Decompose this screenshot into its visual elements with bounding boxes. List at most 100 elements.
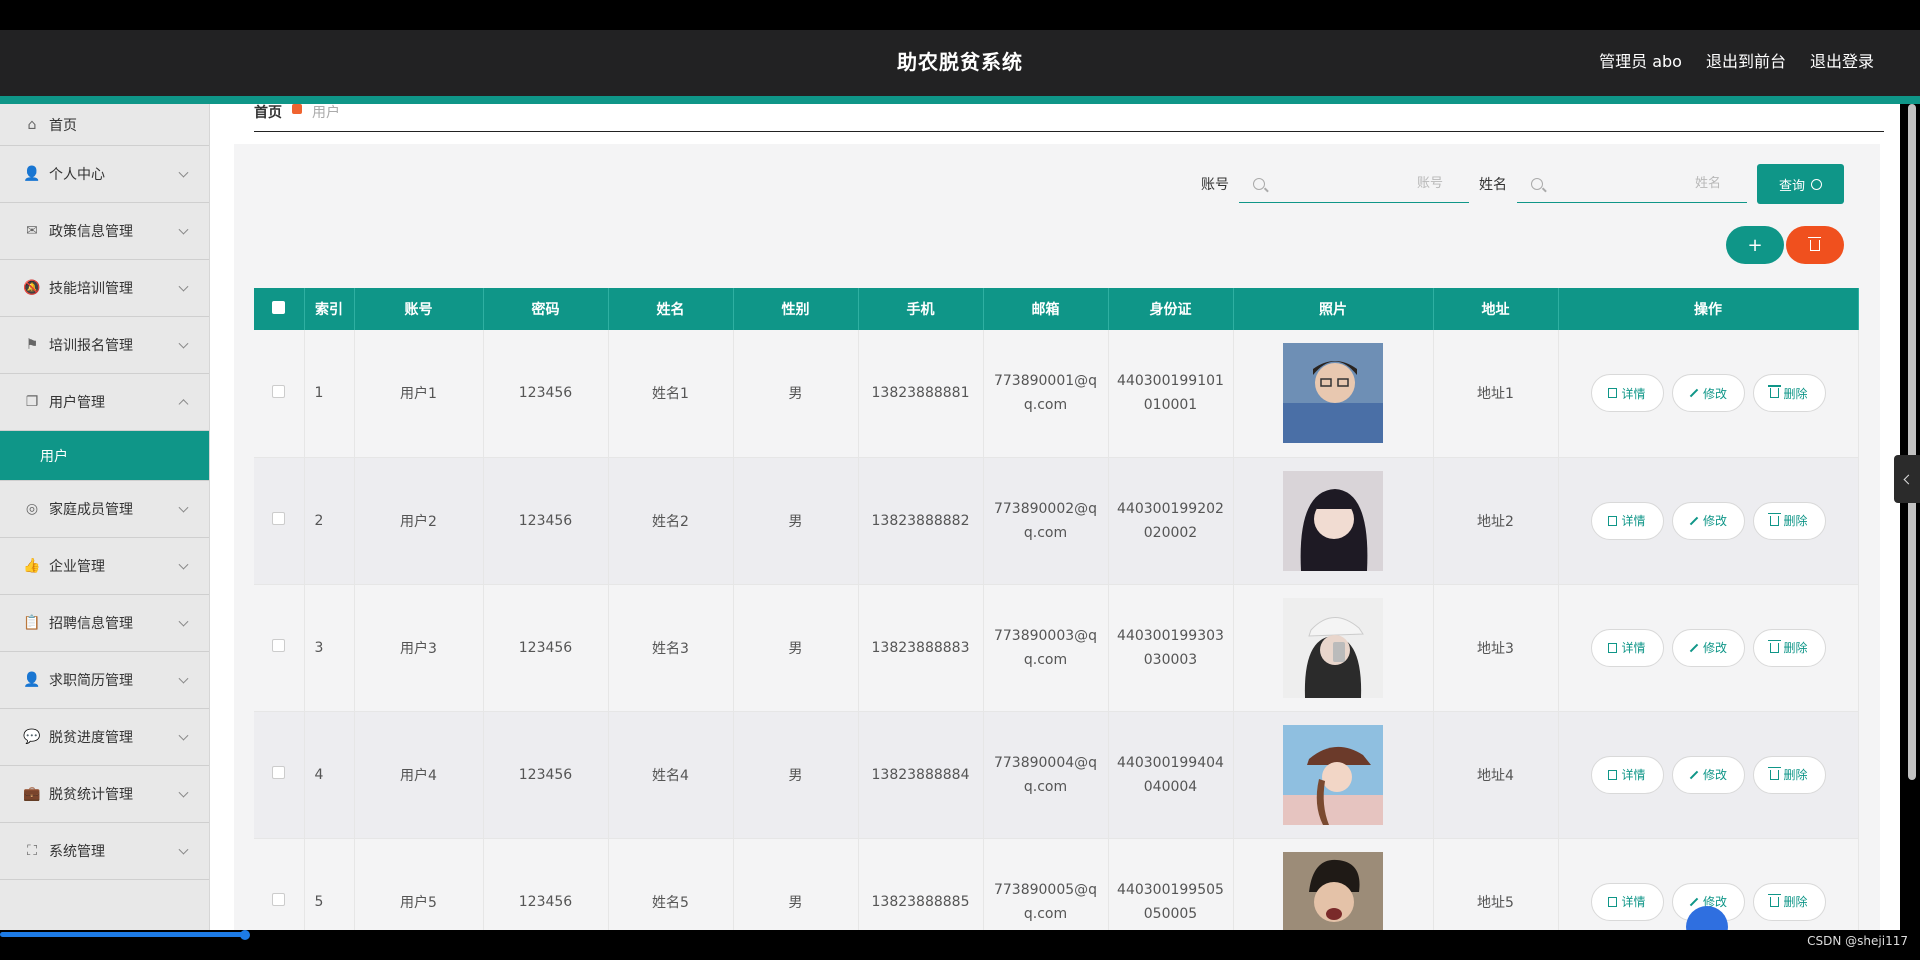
detail-button[interactable]: 详情	[1590, 628, 1664, 667]
page-scrollbar[interactable]	[1908, 104, 1916, 780]
edit-button[interactable]: 修改	[1671, 374, 1745, 413]
logout-link[interactable]: 退出登录	[1810, 48, 1874, 72]
home-icon: ⌂	[27, 116, 37, 133]
sidebar-item-label: 首页	[49, 117, 77, 134]
cell-name: 姓名5	[608, 838, 734, 930]
progress-track[interactable]	[0, 932, 246, 937]
query-button[interactable]: 查询	[1757, 164, 1844, 204]
fullscreen-icon: ⛶	[27, 843, 37, 859]
cell-email: 773890002@q q.com	[983, 457, 1109, 585]
row-checkbox[interactable]	[272, 893, 286, 906]
cell-phone: 13823888885	[858, 838, 984, 930]
sidebar-item-recruitment[interactable]: 📋 招聘信息管理	[0, 595, 209, 652]
table-header-row: 索引 账号 密码 姓名 性别 手机 邮箱 身份证 照片 地址 操作	[254, 288, 1859, 330]
edit-button[interactable]: 修改	[1671, 755, 1745, 794]
cell-index: 1	[304, 330, 355, 458]
name-search-input[interactable]	[1551, 176, 1721, 191]
exit-to-front-link[interactable]: 退出到前台	[1706, 48, 1786, 72]
sidebar-item-statistics[interactable]: 💼 脱贫统计管理	[0, 766, 209, 823]
cell-account: 用户3	[354, 584, 484, 712]
detail-button[interactable]: 详情	[1590, 755, 1664, 794]
sidebar-item-enterprise[interactable]: 👍 企业管理	[0, 538, 209, 595]
briefcase-icon: 💼	[23, 786, 41, 802]
trash-icon	[1768, 512, 1782, 526]
cell-photo	[1233, 584, 1434, 712]
sidebar-item-home[interactable]: ⌂ 首页	[0, 104, 209, 146]
plus-icon: +	[1747, 234, 1763, 256]
search-icon	[1811, 178, 1822, 190]
row-checkbox[interactable]	[272, 512, 286, 525]
user-icon: 👤	[23, 672, 41, 688]
cell-account: 用户2	[354, 457, 484, 585]
cell-address: 地址2	[1433, 457, 1559, 585]
detail-button[interactable]: 详情	[1590, 501, 1664, 540]
table-row: 1 用户1 123456 姓名1 男 13823888881 773890001…	[254, 330, 1859, 458]
delete-button[interactable]: 删除	[1752, 628, 1826, 667]
add-button[interactable]: +	[1726, 226, 1784, 264]
table-row: 5 用户5 123456 姓名5 男 13823888885 773890005…	[254, 838, 1859, 930]
detail-button[interactable]: 详情	[1590, 882, 1664, 921]
delete-button[interactable]: 删除	[1752, 374, 1826, 413]
sidebar-item-training-signup[interactable]: ⚑ 培训报名管理	[0, 317, 209, 374]
cell-actions: 详情 修改 删除	[1558, 330, 1859, 458]
cell-address: 地址3	[1433, 584, 1559, 712]
cell-email: 773890001@q q.com	[983, 330, 1109, 458]
top-header: 助农脱贫系统 管理员 abo 退出到前台 退出登录	[0, 30, 1920, 96]
cell-address: 地址4	[1433, 711, 1559, 839]
breadcrumb-current: 用户	[312, 105, 340, 121]
user-photo	[1283, 343, 1383, 444]
sidebar-item-family[interactable]: ◎ 家庭成员管理	[0, 481, 209, 538]
row-checkbox[interactable]	[272, 766, 286, 779]
sidebar-item-user-management[interactable]: ❐ 用户管理	[0, 374, 209, 431]
delete-button[interactable]: 删除	[1752, 882, 1826, 921]
user-photo	[1283, 724, 1383, 825]
user-icon: 👤	[23, 166, 41, 182]
cell-actions: 详情 修改 删除	[1558, 584, 1859, 712]
collapse-panel-tab[interactable]	[1894, 455, 1920, 503]
cell-email: 773890005@q q.com	[983, 838, 1109, 930]
column-header: 账号	[354, 288, 484, 330]
cell-actions: 详情 修改 删除	[1558, 457, 1859, 585]
copy-icon: ❐	[25, 394, 39, 410]
sidebar-item-policy[interactable]: ✉ 政策信息管理	[0, 203, 209, 260]
trash-icon	[1768, 639, 1782, 653]
detail-button[interactable]: 详情	[1590, 374, 1664, 413]
sidebar-item-label: 求职简历管理	[49, 673, 133, 689]
column-header: 手机	[858, 288, 984, 330]
sidebar-item-resume[interactable]: 👤 求职简历管理	[0, 652, 209, 709]
thumb-icon: 👍	[23, 558, 41, 574]
account-search-input[interactable]	[1273, 176, 1443, 191]
delete-button[interactable]: 删除	[1752, 755, 1826, 794]
edit-button[interactable]: 修改	[1671, 628, 1745, 667]
cell-gender: 男	[733, 838, 859, 930]
user-photo	[1283, 470, 1383, 571]
cell-phone: 13823888881	[858, 330, 984, 458]
select-all-cell[interactable]	[254, 288, 305, 330]
breadcrumb: 首页 用户	[254, 104, 1884, 132]
sidebar-item-progress[interactable]: 💬 脱贫进度管理	[0, 709, 209, 766]
cell-photo	[1233, 711, 1434, 839]
select-all-checkbox[interactable]	[272, 300, 286, 314]
delete-button[interactable]: 删除	[1752, 501, 1826, 540]
breadcrumb-home[interactable]: 首页	[254, 104, 282, 122]
user-photo	[1283, 851, 1383, 930]
sidebar-item-system[interactable]: ⛶ 系统管理	[0, 823, 209, 880]
cell-gender: 男	[733, 457, 859, 585]
cell-name: 姓名2	[608, 457, 734, 585]
sidebar-item-label: 用户管理	[49, 395, 105, 411]
sidebar-item-skill-training[interactable]: 🔕 技能培训管理	[0, 260, 209, 317]
cell-id-card: 440300199404 040004	[1108, 711, 1234, 839]
cell-photo	[1233, 838, 1434, 930]
watermark-credit: CSDN @sheji117	[1807, 934, 1908, 948]
row-checkbox[interactable]	[272, 384, 286, 398]
batch-delete-button[interactable]	[1786, 226, 1844, 264]
sidebar-subitem-user[interactable]: 用户	[0, 431, 209, 481]
cell-photo	[1233, 330, 1434, 458]
sidebar-item-personal-center[interactable]: 👤 个人中心	[0, 146, 209, 203]
row-checkbox[interactable]	[272, 639, 286, 652]
edit-button[interactable]: 修改	[1671, 501, 1745, 540]
bell-off-icon: 🔕	[23, 280, 41, 296]
progress-handle[interactable]	[240, 930, 250, 940]
edit-icon	[1689, 770, 1699, 779]
admin-user-link[interactable]: 管理员 abo	[1599, 48, 1682, 72]
